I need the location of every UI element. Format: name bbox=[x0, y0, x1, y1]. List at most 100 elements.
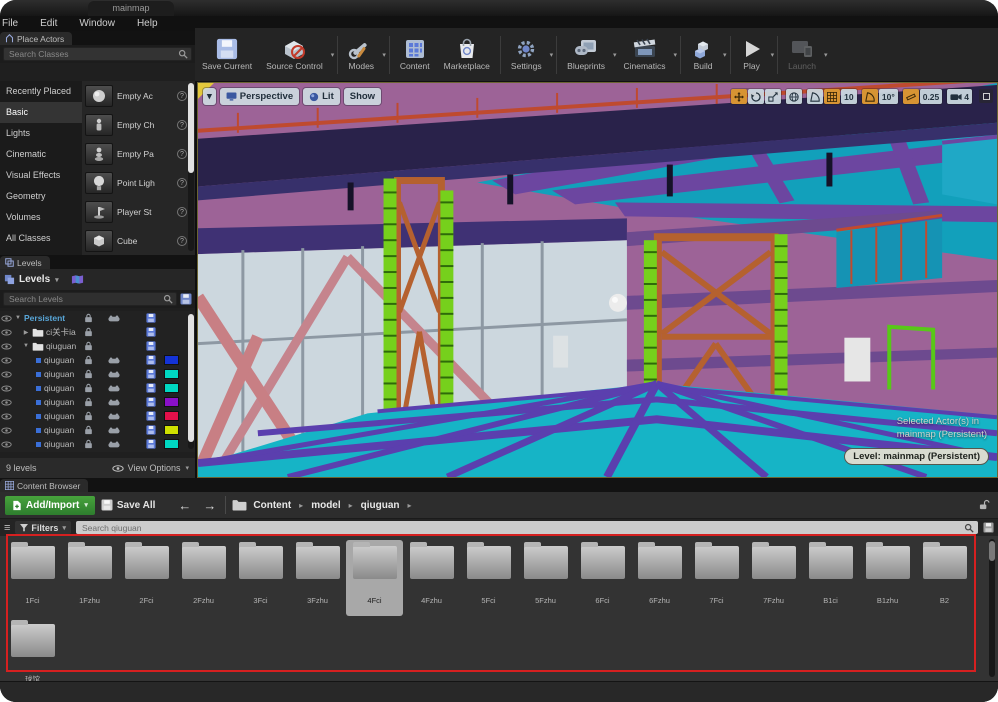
search-classes-input[interactable] bbox=[7, 48, 178, 60]
current-level-badge[interactable]: Level: mainmap (Persistent) bbox=[844, 448, 989, 465]
lock-icon[interactable] bbox=[84, 439, 93, 450]
panel-splitter[interactable] bbox=[195, 82, 197, 478]
lock-icon[interactable] bbox=[84, 411, 93, 422]
eye-icon[interactable] bbox=[0, 357, 12, 364]
actor-item-point-light[interactable]: Point Ligh ? bbox=[82, 168, 195, 197]
window-title-tab[interactable]: mainmap bbox=[88, 1, 174, 16]
chevron-down-icon[interactable]: ▾ bbox=[723, 51, 727, 59]
folder-item[interactable]: 1Fci bbox=[4, 540, 61, 616]
expand-arrow-icon[interactable]: ▼ bbox=[22, 343, 30, 349]
save-level-icon[interactable] bbox=[146, 383, 156, 394]
category-all-classes[interactable]: All Classes bbox=[0, 228, 82, 249]
level-row-folder[interactable]: ▶ ci关卡ia bbox=[0, 325, 195, 339]
maximize-viewport-button[interactable] bbox=[979, 89, 993, 103]
scale-snap-toggle[interactable] bbox=[903, 89, 919, 104]
level-color-swatch[interactable] bbox=[164, 355, 179, 365]
folder-item[interactable]: 6Fci bbox=[574, 540, 631, 616]
lock-icon[interactable] bbox=[84, 327, 93, 338]
folder-item[interactable]: B1zhu bbox=[859, 540, 916, 616]
level-row[interactable]: qiuguan bbox=[0, 409, 195, 423]
folder-item[interactable]: 6Fzhu bbox=[631, 540, 688, 616]
help-badge[interactable]: ? bbox=[177, 120, 187, 130]
actor-item-cube[interactable]: Cube ? bbox=[82, 226, 195, 255]
chevron-down-icon[interactable]: ▾ bbox=[824, 51, 828, 59]
actor-item-empty-pawn[interactable]: Empty Pa ? bbox=[82, 139, 195, 168]
menu-edit[interactable]: Edit bbox=[40, 18, 57, 29]
category-cinematic[interactable]: Cinematic bbox=[0, 144, 82, 165]
folder-item[interactable]: B1ci bbox=[802, 540, 859, 616]
level-row[interactable]: qiuguan bbox=[0, 367, 195, 381]
rotate-tool-button[interactable] bbox=[748, 89, 764, 104]
surface-snap-button[interactable] bbox=[807, 89, 823, 104]
save-level-icon[interactable] bbox=[146, 425, 156, 436]
scale-tool-button[interactable] bbox=[765, 89, 781, 104]
save-level-icon[interactable] bbox=[146, 369, 156, 380]
source-control-button[interactable]: Source Control bbox=[259, 31, 330, 79]
help-badge[interactable]: ? bbox=[177, 149, 187, 159]
eye-icon[interactable] bbox=[0, 343, 12, 350]
eye-icon[interactable] bbox=[0, 329, 12, 336]
scrollbar[interactable] bbox=[188, 83, 194, 251]
breadcrumb-content[interactable]: Content bbox=[253, 500, 291, 511]
sources-toggle-icon[interactable]: ≡ bbox=[4, 522, 10, 534]
save-level-icon[interactable] bbox=[146, 411, 156, 422]
forward-button[interactable]: → bbox=[200, 498, 219, 513]
level-color-swatch[interactable] bbox=[164, 425, 179, 435]
category-visual-effects[interactable]: Visual Effects bbox=[0, 165, 82, 186]
save-level-icon[interactable] bbox=[146, 439, 156, 450]
save-level-icon[interactable] bbox=[146, 313, 156, 324]
gamepad-icon[interactable] bbox=[108, 383, 120, 393]
show-button[interactable]: Show bbox=[344, 88, 381, 105]
grid-snap-toggle[interactable] bbox=[824, 89, 840, 104]
tab-content-browser[interactable]: Content Browser bbox=[0, 479, 88, 492]
viewport-options-button[interactable]: ▾ bbox=[203, 88, 216, 105]
save-search-icon[interactable] bbox=[983, 522, 994, 533]
eye-icon[interactable] bbox=[0, 427, 12, 434]
folder-item[interactable]: 7Fci bbox=[688, 540, 745, 616]
category-lights[interactable]: Lights bbox=[0, 123, 82, 144]
blueprints-button[interactable]: Blueprints bbox=[560, 31, 612, 79]
world-icon[interactable] bbox=[71, 274, 84, 285]
level-color-swatch[interactable] bbox=[164, 383, 179, 393]
chevron-down-icon[interactable]: ▾ bbox=[331, 51, 335, 59]
breadcrumb-model[interactable]: model bbox=[311, 500, 340, 511]
gamepad-icon[interactable] bbox=[108, 355, 120, 365]
rotation-snap-value[interactable]: 10° bbox=[879, 89, 898, 104]
level-color-swatch[interactable] bbox=[164, 397, 179, 407]
back-button[interactable]: ← bbox=[175, 498, 194, 513]
eye-icon[interactable] bbox=[0, 371, 12, 378]
scrollbar[interactable] bbox=[989, 539, 995, 677]
category-basic[interactable]: Basic bbox=[0, 102, 82, 123]
category-geometry[interactable]: Geometry bbox=[0, 186, 82, 207]
lock-icon[interactable] bbox=[84, 397, 93, 408]
chevron-down-icon[interactable]: ▾ bbox=[550, 51, 554, 59]
viewport-3d[interactable]: ▾ Perspective Lit Show 1 bbox=[197, 82, 998, 478]
folder-item[interactable]: 7Fzhu bbox=[745, 540, 802, 616]
play-button[interactable]: Play bbox=[734, 31, 770, 79]
camera-speed-button[interactable]: 4 bbox=[947, 89, 972, 104]
expand-arrow-icon[interactable]: ▼ bbox=[14, 315, 22, 321]
scrollbar[interactable] bbox=[188, 314, 194, 449]
level-row[interactable]: qiuguan bbox=[0, 423, 195, 437]
modes-button[interactable]: Modes bbox=[341, 31, 381, 79]
scale-snap-value[interactable]: 0.25 bbox=[920, 89, 943, 104]
eye-icon[interactable] bbox=[0, 441, 12, 448]
save-current-button[interactable]: Save Current bbox=[195, 31, 259, 79]
content-button[interactable]: Content bbox=[393, 31, 437, 79]
grid-snap-value[interactable]: 10 bbox=[841, 89, 857, 104]
lock-icon[interactable] bbox=[84, 355, 93, 366]
gamepad-icon[interactable] bbox=[108, 397, 120, 407]
menu-window[interactable]: Window bbox=[79, 18, 115, 29]
settings-button[interactable]: Settings bbox=[504, 31, 549, 79]
expand-arrow-icon[interactable]: ▶ bbox=[22, 329, 30, 336]
rotation-snap-toggle[interactable] bbox=[862, 89, 878, 104]
eye-icon[interactable] bbox=[0, 399, 12, 406]
help-badge[interactable]: ? bbox=[177, 236, 187, 246]
lit-mode-button[interactable]: Lit bbox=[303, 88, 340, 105]
gamepad-icon[interactable] bbox=[108, 313, 120, 323]
world-local-toggle[interactable] bbox=[786, 89, 802, 104]
marketplace-button[interactable]: Marketplace bbox=[437, 31, 497, 79]
level-row[interactable]: qiuguan bbox=[0, 353, 195, 367]
save-level-icon[interactable] bbox=[146, 327, 156, 338]
actor-item-player-start[interactable]: Player St ? bbox=[82, 197, 195, 226]
